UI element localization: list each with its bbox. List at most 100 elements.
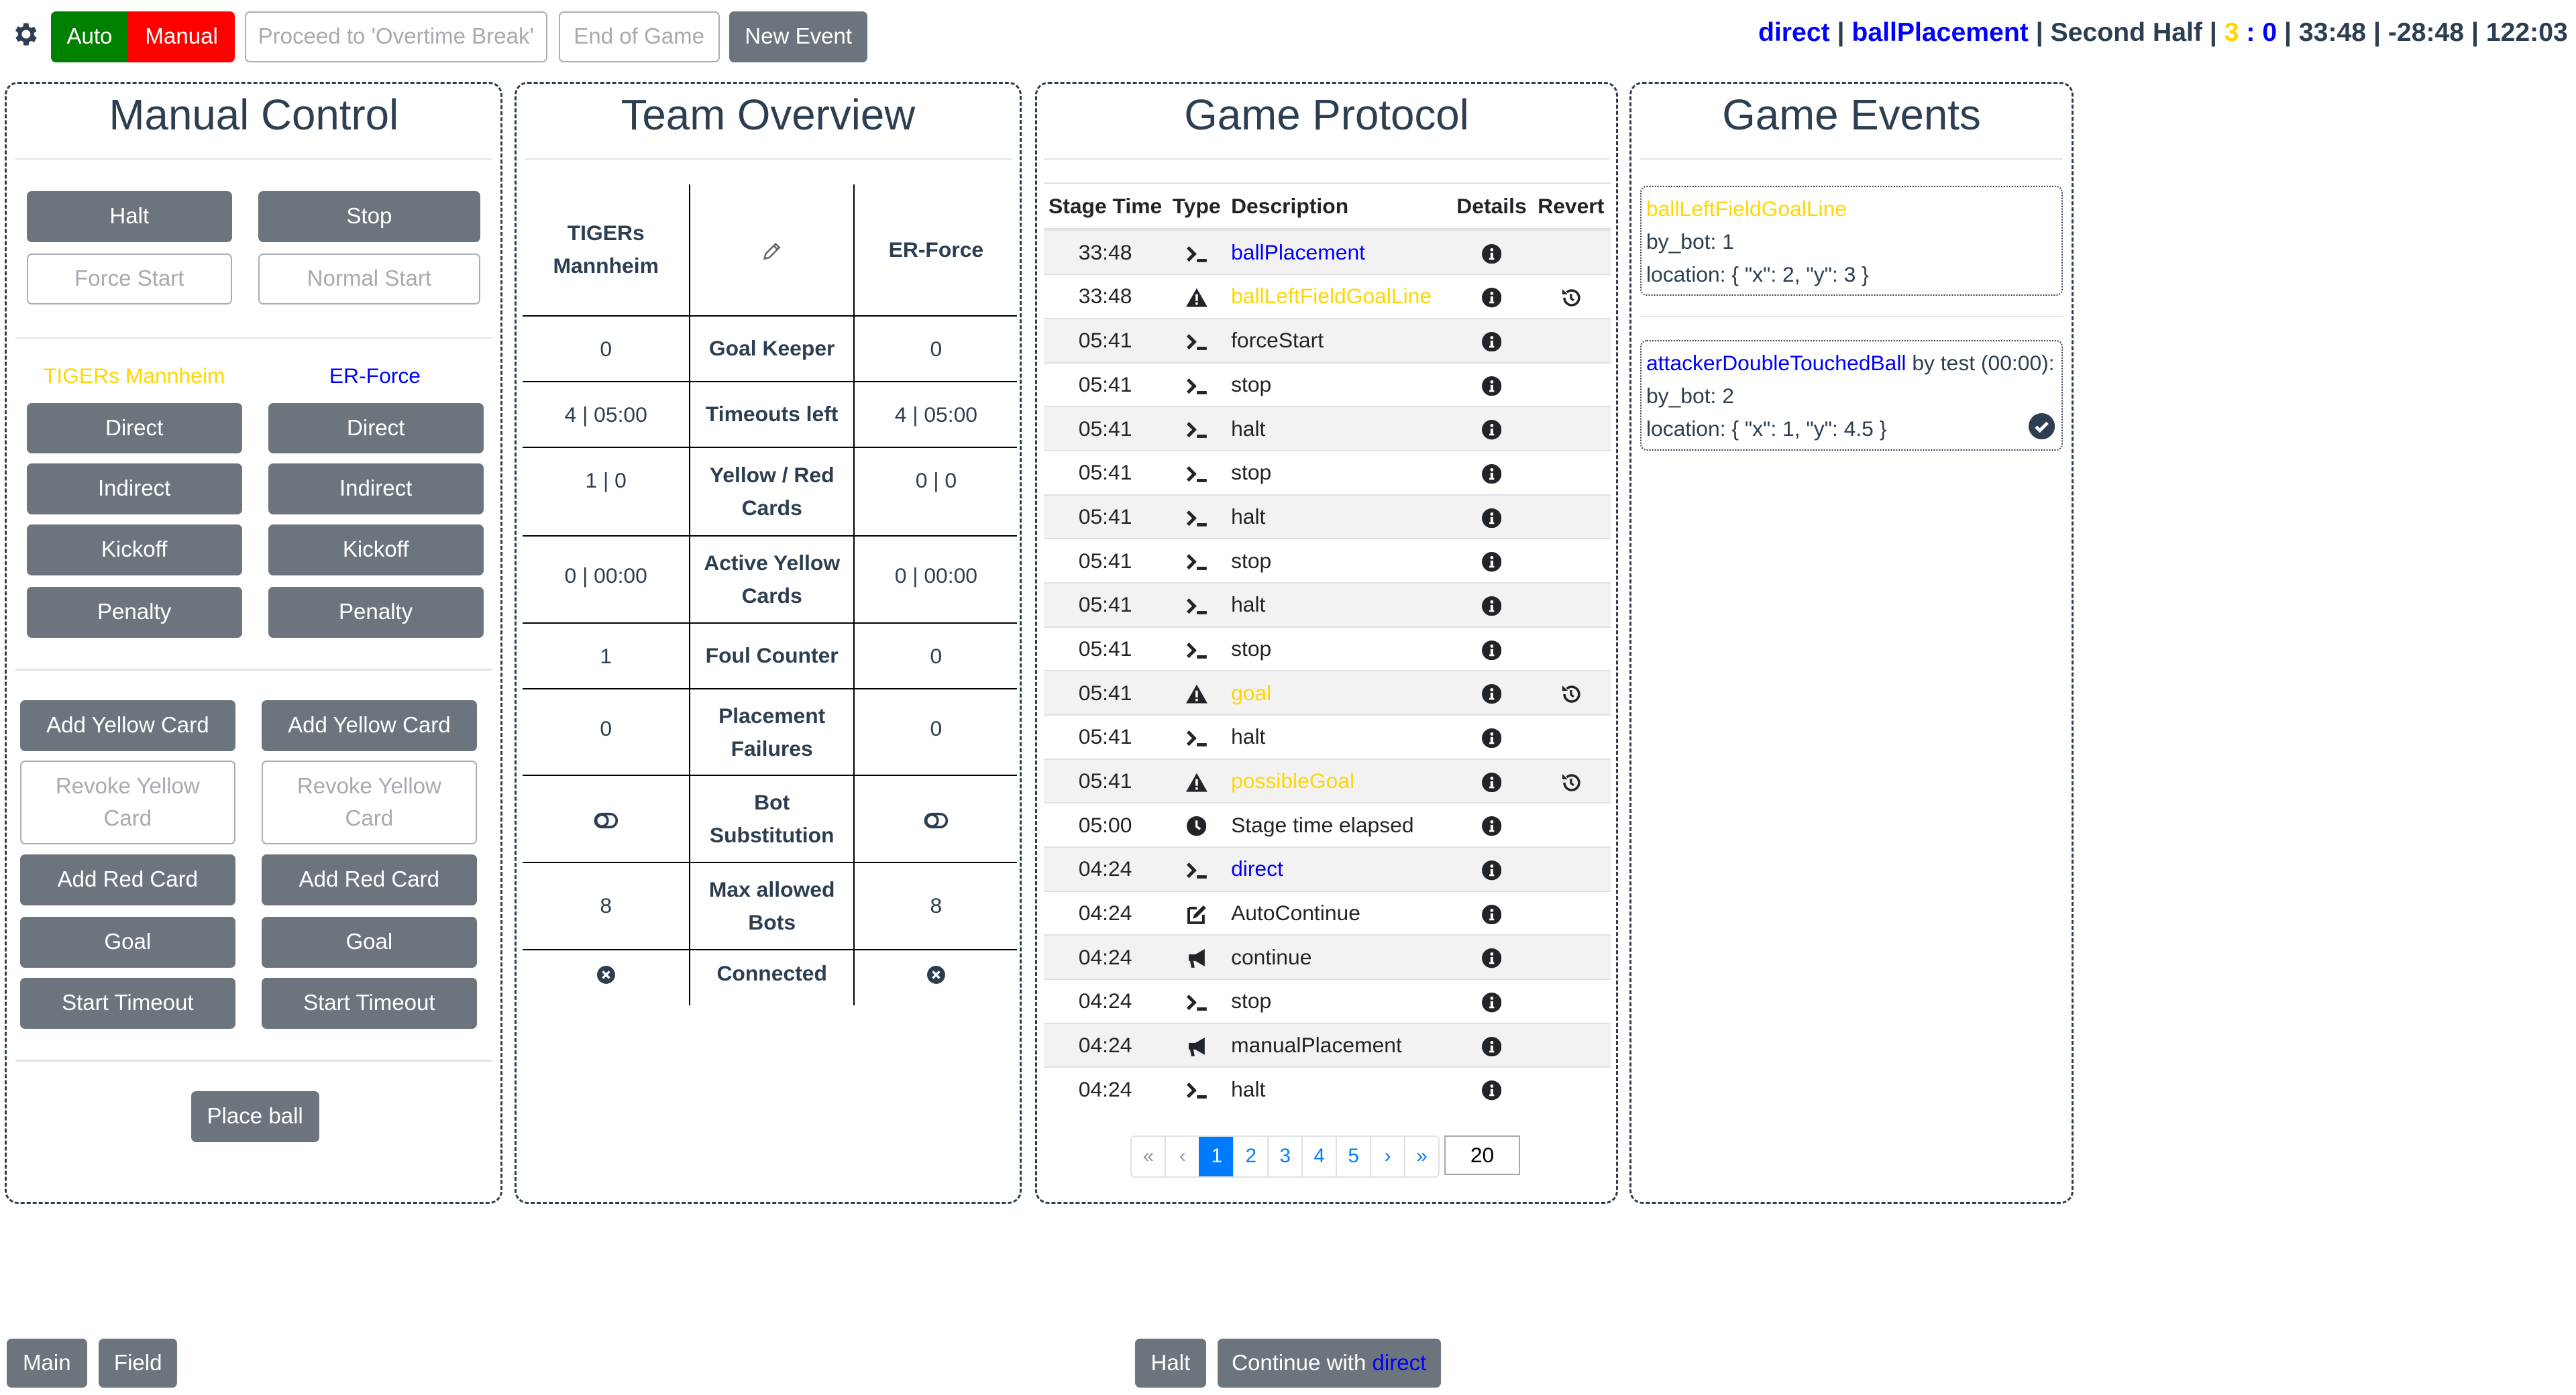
details-cell[interactable]: [1451, 494, 1532, 539]
edit-cell[interactable]: [689, 184, 855, 317]
yellow-revoke-yellow-card-button[interactable]: Revoke Yellow Card: [19, 761, 235, 845]
auto-mode-button[interactable]: Auto: [50, 11, 128, 63]
details-cell[interactable]: [1451, 714, 1532, 759]
info-icon[interactable]: [1481, 1036, 1502, 1057]
toggle-off-icon[interactable]: [924, 812, 949, 830]
next-page-button[interactable]: ›: [1370, 1136, 1404, 1176]
stop-button[interactable]: Stop: [258, 190, 480, 242]
details-cell[interactable]: [1451, 406, 1532, 451]
info-icon[interactable]: [1481, 816, 1502, 836]
last-page-button[interactable]: »: [1404, 1136, 1438, 1176]
details-cell[interactable]: [1451, 581, 1532, 627]
info-icon[interactable]: [1481, 640, 1502, 661]
halt-button-bottom[interactable]: Halt: [1135, 1338, 1206, 1388]
details-cell[interactable]: [1451, 317, 1532, 363]
yellow-goal-button[interactable]: Goal: [19, 917, 235, 968]
info-icon[interactable]: [1481, 904, 1502, 925]
new-event-button[interactable]: New Event: [729, 11, 868, 63]
details-cell[interactable]: [1451, 670, 1532, 715]
info-icon[interactable]: [1481, 596, 1502, 616]
halt-button[interactable]: Halt: [26, 190, 232, 242]
details-cell[interactable]: [1451, 978, 1532, 1023]
details-cell[interactable]: [1451, 449, 1532, 495]
blue-start-timeout-button[interactable]: Start Timeout: [261, 977, 477, 1029]
info-icon[interactable]: [1481, 993, 1502, 1013]
proceed-stage-button[interactable]: Proceed to 'Overtime Break': [244, 11, 547, 63]
details-cell[interactable]: [1451, 758, 1532, 803]
yellow-kickoff-button[interactable]: Kickoff: [26, 524, 242, 575]
place-ball-button[interactable]: Place ball: [191, 1091, 319, 1142]
game-event-card[interactable]: ballLeftFieldGoalLine by_bot: 1 location…: [1640, 186, 2063, 296]
blue-goal-button[interactable]: Goal: [261, 917, 477, 968]
info-icon[interactable]: [1481, 1080, 1502, 1101]
details-cell[interactable]: [1451, 1066, 1532, 1111]
main-view-button[interactable]: Main: [6, 1338, 87, 1388]
info-icon[interactable]: [1481, 508, 1502, 528]
details-cell[interactable]: [1451, 802, 1532, 847]
per-page-input[interactable]: [1444, 1135, 1520, 1175]
blue-add-red-card-button[interactable]: Add Red Card: [261, 854, 477, 905]
info-icon[interactable]: [1481, 552, 1502, 572]
details-cell[interactable]: [1451, 890, 1532, 936]
blue-penalty-button[interactable]: Penalty: [268, 586, 484, 638]
info-icon[interactable]: [1481, 332, 1502, 352]
details-cell[interactable]: [1451, 1022, 1532, 1068]
page-button[interactable]: 5: [1336, 1136, 1370, 1176]
details-cell[interactable]: [1451, 934, 1532, 979]
force-start-button[interactable]: Force Start: [26, 253, 232, 304]
blue-kickoff-button[interactable]: Kickoff: [268, 524, 484, 575]
blue-goalkeeper[interactable]: 0: [853, 315, 1018, 382]
revert-history-icon[interactable]: [1560, 683, 1582, 705]
continue-button[interactable]: Continue with direct: [1217, 1338, 1441, 1388]
field-view-button[interactable]: Field: [98, 1338, 178, 1388]
blue-add-yellow-card-button[interactable]: Add Yellow Card: [261, 700, 477, 751]
yellow-start-timeout-button[interactable]: Start Timeout: [19, 977, 235, 1029]
yellow-add-yellow-card-button[interactable]: Add Yellow Card: [19, 700, 235, 751]
blue-direct-button[interactable]: Direct: [268, 402, 484, 454]
yellow-direct-button[interactable]: Direct: [26, 402, 242, 454]
revert-cell[interactable]: [1532, 670, 1611, 715]
revert-history-icon[interactable]: [1560, 287, 1582, 309]
info-icon[interactable]: [1481, 948, 1502, 968]
blue-indirect-button[interactable]: Indirect: [268, 463, 484, 515]
gear-icon[interactable]: [10, 19, 40, 49]
game-event-card[interactable]: attackerDoubleTouchedBall by test (00:00…: [1640, 340, 2063, 451]
details-cell[interactable]: [1451, 361, 1532, 407]
page-button[interactable]: 3: [1267, 1136, 1301, 1176]
yellow-goalkeeper[interactable]: 0: [523, 315, 691, 382]
prev-page-button[interactable]: ‹: [1165, 1136, 1199, 1176]
details-cell[interactable]: [1451, 846, 1532, 891]
yellow-penalty-button[interactable]: Penalty: [26, 586, 242, 638]
details-cell[interactable]: [1451, 274, 1532, 319]
info-icon[interactable]: [1481, 860, 1502, 881]
yellow-bot-substitution[interactable]: [523, 775, 691, 864]
revert-cell[interactable]: [1532, 758, 1611, 803]
info-icon[interactable]: [1481, 728, 1502, 748]
yellow-add-red-card-button[interactable]: Add Red Card: [19, 854, 235, 905]
details-cell[interactable]: [1451, 626, 1532, 671]
details-cell[interactable]: [1451, 229, 1532, 275]
yellow-indirect-button[interactable]: Indirect: [26, 463, 242, 515]
info-icon[interactable]: [1481, 684, 1502, 704]
info-icon[interactable]: [1481, 243, 1502, 264]
page-button[interactable]: 1: [1199, 1136, 1234, 1176]
info-icon[interactable]: [1481, 376, 1502, 396]
end-of-game-button[interactable]: End of Game: [558, 11, 720, 63]
revert-history-icon[interactable]: [1560, 772, 1582, 793]
info-icon[interactable]: [1481, 288, 1502, 308]
info-icon[interactable]: [1481, 464, 1502, 484]
first-page-button[interactable]: «: [1132, 1137, 1165, 1176]
info-icon[interactable]: [1481, 420, 1502, 440]
page-button[interactable]: 2: [1233, 1136, 1267, 1176]
blue-revoke-yellow-card-button[interactable]: Revoke Yellow Card: [261, 761, 477, 845]
pencil-icon[interactable]: [762, 241, 782, 261]
check-circle-icon[interactable]: [2029, 412, 2055, 439]
info-icon[interactable]: [1481, 772, 1502, 793]
page-button[interactable]: 4: [1301, 1136, 1336, 1176]
normal-start-button[interactable]: Normal Start: [258, 253, 480, 304]
blue-bot-substitution[interactable]: [853, 775, 1018, 864]
revert-cell[interactable]: [1532, 274, 1611, 319]
manual-mode-button[interactable]: Manual: [128, 11, 235, 63]
details-cell[interactable]: [1451, 538, 1532, 583]
toggle-off-icon[interactable]: [594, 812, 619, 830]
